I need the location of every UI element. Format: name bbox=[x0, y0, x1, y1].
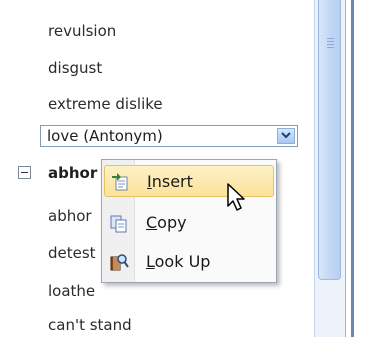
selected-synonym-label: love (Antonym) bbox=[47, 127, 163, 145]
grip-icon bbox=[327, 38, 334, 50]
meaning-header-label: abhor bbox=[48, 164, 98, 182]
menu-item-insert-label: Insert bbox=[147, 172, 193, 191]
synonym-item-detest[interactable]: detest bbox=[48, 244, 96, 262]
menu-item-look-up[interactable]: Look Up bbox=[104, 246, 274, 278]
insert-icon bbox=[112, 173, 128, 191]
synonym-item-extreme-dislike[interactable]: extreme dislike bbox=[48, 95, 163, 113]
menu-item-copy-label: Copy bbox=[146, 213, 187, 232]
menu-item-look-up-label: Look Up bbox=[146, 252, 211, 271]
vertical-scrollbar[interactable] bbox=[314, 0, 345, 337]
collapse-icon[interactable] bbox=[18, 166, 31, 179]
panel-border bbox=[345, 0, 370, 337]
mouse-pointer-icon bbox=[227, 183, 245, 211]
synonym-item-abhor[interactable]: abhor bbox=[48, 207, 92, 225]
look-up-icon bbox=[110, 254, 129, 271]
synonym-item-revulsion[interactable]: revulsion bbox=[48, 22, 116, 40]
selected-synonym-row[interactable]: love (Antonym) bbox=[40, 125, 298, 147]
scrollbar-thumb[interactable] bbox=[318, 0, 341, 280]
chevron-down-icon bbox=[281, 132, 291, 139]
dropdown-button[interactable] bbox=[277, 128, 295, 144]
context-menu: Insert Copy Look Up bbox=[101, 159, 277, 283]
copy-icon bbox=[110, 215, 127, 233]
synonym-item-loathe[interactable]: loathe bbox=[48, 282, 95, 300]
synonym-item-disgust[interactable]: disgust bbox=[48, 59, 102, 77]
synonym-item-cant-stand[interactable]: can't stand bbox=[48, 316, 132, 334]
